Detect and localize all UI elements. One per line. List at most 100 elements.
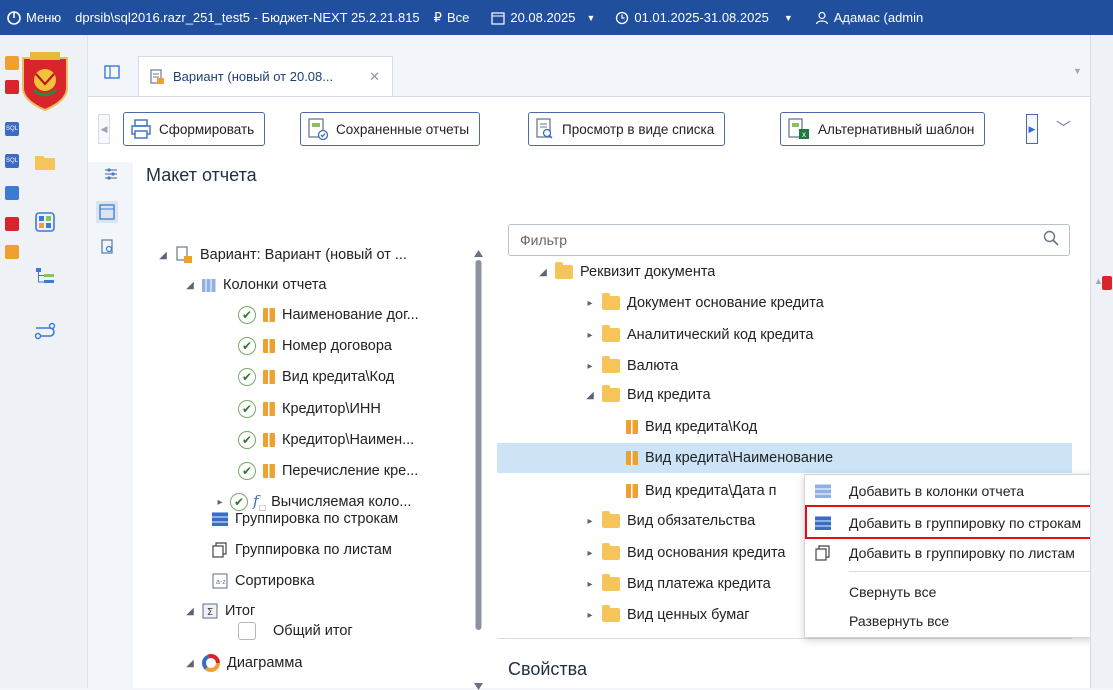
tree-row-folder[interactable]: ▸ Вид основания кредита [585, 540, 786, 566]
ruble-icon: ₽ [433, 9, 442, 25]
panel-toggle-icon[interactable] [104, 64, 120, 80]
sql-run-icon[interactable]: SQL [5, 154, 19, 168]
tree-row-column[interactable]: ✔ Кредитор\ИНН [238, 396, 381, 422]
panel-divider [497, 638, 1072, 639]
expand-arrow-icon[interactable]: ▸ [585, 548, 595, 559]
saved-reports-button[interactable]: Сохраненные отчеты [300, 112, 481, 146]
expand-arrow-icon[interactable]: ▸ [585, 579, 595, 590]
tree-row-folder[interactable]: ▸ Валюта [585, 353, 678, 379]
tab-overflow-chevron-icon[interactable]: ▼ [1073, 66, 1082, 76]
tree-row-field-selected[interactable]: Вид кредита\Наименование [626, 445, 833, 471]
tree-row-document-attributes[interactable]: ◢ Реквизит документа [538, 260, 715, 284]
expand-arrow-icon[interactable]: ▸ [585, 298, 595, 309]
tree-row-column[interactable]: ✔ Наименование дог... [238, 302, 419, 328]
unchecked-checkbox-icon[interactable] [238, 622, 256, 640]
tree-row-chart[interactable]: ◢ Диаграмма [185, 650, 302, 676]
tree-row-column[interactable]: ✔ Вид кредита\Код [238, 364, 394, 390]
tree-row-column[interactable]: ✔ Номер договора [238, 333, 392, 359]
expand-arrow-icon[interactable]: ◢ [585, 390, 595, 401]
column-icon [263, 464, 275, 478]
menu-item-label: Развернуть все [849, 613, 950, 629]
tree-row-sheet-grouping[interactable]: Группировка по листам [212, 537, 392, 563]
close-icon[interactable]: ✕ [369, 69, 380, 85]
checked-checkbox-icon[interactable]: ✔ [238, 431, 256, 449]
lock-icon[interactable] [5, 80, 19, 94]
tree-row-folder[interactable]: ▸ Вид платежа кредита [585, 571, 771, 597]
properties-title: Свойства [508, 659, 588, 679]
alt-template-button[interactable]: x Альтернативный шаблон [780, 112, 986, 146]
coat-of-arms-logo [22, 52, 68, 112]
period-selector[interactable]: 01.01.2025-31.08.2025 ▼ [615, 10, 793, 25]
expand-arrow-icon[interactable]: ◢ [185, 280, 195, 291]
menu-item-add-to-columns[interactable]: Добавить в колонки отчета [805, 476, 1113, 506]
tree-row-report-columns[interactable]: ◢ Колонки отчета [185, 272, 326, 298]
expand-arrow-icon[interactable]: ▸ [585, 361, 595, 372]
folder-icon[interactable] [34, 151, 56, 173]
delete-icon[interactable] [1102, 276, 1112, 290]
toolbar-scroll-right[interactable]: ▶ [1026, 114, 1038, 144]
expand-arrow-icon[interactable]: ◢ [185, 606, 195, 617]
tree-row-folder[interactable]: ◢ Вид кредита [585, 382, 711, 408]
record-icon[interactable] [5, 217, 19, 231]
menu-button[interactable]: Меню [7, 10, 61, 25]
list-view-button[interactable]: Просмотр в виде списка [528, 112, 726, 146]
tree-row-folder[interactable]: ▸ Аналитический код кредита [585, 322, 813, 348]
dashboard-icon[interactable] [34, 211, 56, 233]
checked-checkbox-icon[interactable]: ✔ [238, 368, 256, 386]
tree-row-column[interactable]: ✔ Перечисление кре... [238, 458, 418, 484]
checked-checkbox-icon[interactable]: ✔ [238, 337, 256, 355]
expand-arrow-icon[interactable]: ◢ [185, 658, 195, 669]
tree-row-row-grouping[interactable]: Группировка по строкам [212, 506, 398, 532]
tree-row-field[interactable]: Вид кредита\Дата п [626, 478, 777, 504]
user-menu[interactable]: Адамас (admin [815, 10, 923, 25]
tree-row-folder[interactable]: ▸ Вид обязательства [585, 508, 755, 534]
tree-label: Наименование дог... [282, 307, 419, 323]
megaphone-icon[interactable] [5, 186, 19, 200]
tree-row-variant[interactable]: ◢ Вариант: Вариант (новый от ... [158, 242, 407, 268]
toolbar-expand-chevron-icon[interactable]: ﹀ [1056, 117, 1071, 138]
connection-label: dprsib\sql2016.razr_251_test5 - Бюджет-N… [75, 10, 420, 25]
tree-row-field[interactable]: Вид кредита\Код [626, 414, 757, 440]
menu-item-add-to-sheet-grouping[interactable]: Добавить в группировку по листам [805, 538, 1113, 568]
menu-item-label: Добавить в колонки отчета [849, 483, 1025, 499]
menu-item-collapse-all[interactable]: Свернуть все [805, 577, 1113, 607]
search-icon[interactable] [1043, 230, 1059, 251]
form-report-button[interactable]: Сформировать [123, 112, 266, 146]
currency-filter[interactable]: ₽ Все [434, 10, 470, 26]
checked-checkbox-icon[interactable]: ✔ [238, 306, 256, 324]
menu-item-label: Добавить в группировку по листам [849, 545, 1075, 561]
date-selector[interactable]: 20.08.2025 ▼ [491, 10, 595, 25]
tree-row-column[interactable]: ✔ Кредитор\Наимен... [238, 427, 414, 453]
row-grouping-icon [212, 512, 228, 526]
tree-row-folder[interactable]: ▸ Вид ценных бумаг [585, 602, 750, 628]
expand-arrow-icon[interactable]: ◢ [538, 267, 548, 278]
filter-input[interactable]: Фильтр [508, 224, 1070, 256]
checked-checkbox-icon[interactable]: ✔ [238, 462, 256, 480]
tree-label: Вид кредита\Наименование [645, 450, 834, 466]
user-settings-icon[interactable] [5, 56, 19, 70]
tree-label: Кредитор\Наимен... [282, 432, 415, 448]
workflow-icon[interactable] [34, 320, 56, 342]
tree-row-grand-total[interactable]: Общий итог [238, 618, 353, 644]
expand-arrow-icon[interactable]: ▸ [585, 610, 595, 621]
tree-row-sorting[interactable]: a-z Сортировка [212, 568, 315, 594]
expand-arrow-icon[interactable]: ▸ [585, 330, 595, 341]
hierarchy-icon[interactable] [34, 266, 56, 288]
sql-icon[interactable]: SQL [5, 122, 19, 136]
tree-row-folder[interactable]: ▸ Документ основание кредита [585, 290, 824, 316]
scissors-icon[interactable] [5, 245, 19, 259]
toolbar-scroll-left[interactable]: ◀ [98, 114, 110, 144]
checked-checkbox-icon[interactable]: ✔ [238, 400, 256, 418]
expand-arrow-icon[interactable]: ▸ [585, 516, 595, 527]
chart-icon [202, 654, 220, 672]
tree-label: Вид кредита [627, 387, 711, 403]
menu-item-expand-all[interactable]: Развернуть все [805, 606, 1113, 636]
report-layout-icon[interactable] [96, 201, 118, 223]
layout-settings-icon[interactable] [103, 166, 119, 182]
expand-arrow-icon[interactable]: ◢ [158, 250, 168, 261]
tab-report-variant[interactable]: Вариант (новый от 20.08... ✕ [138, 56, 393, 96]
tree-label: Вид платежа кредита [627, 576, 771, 592]
left-tree-scrollbar[interactable] [474, 250, 483, 690]
preview-icon[interactable] [101, 239, 115, 255]
folder-icon [555, 262, 573, 279]
